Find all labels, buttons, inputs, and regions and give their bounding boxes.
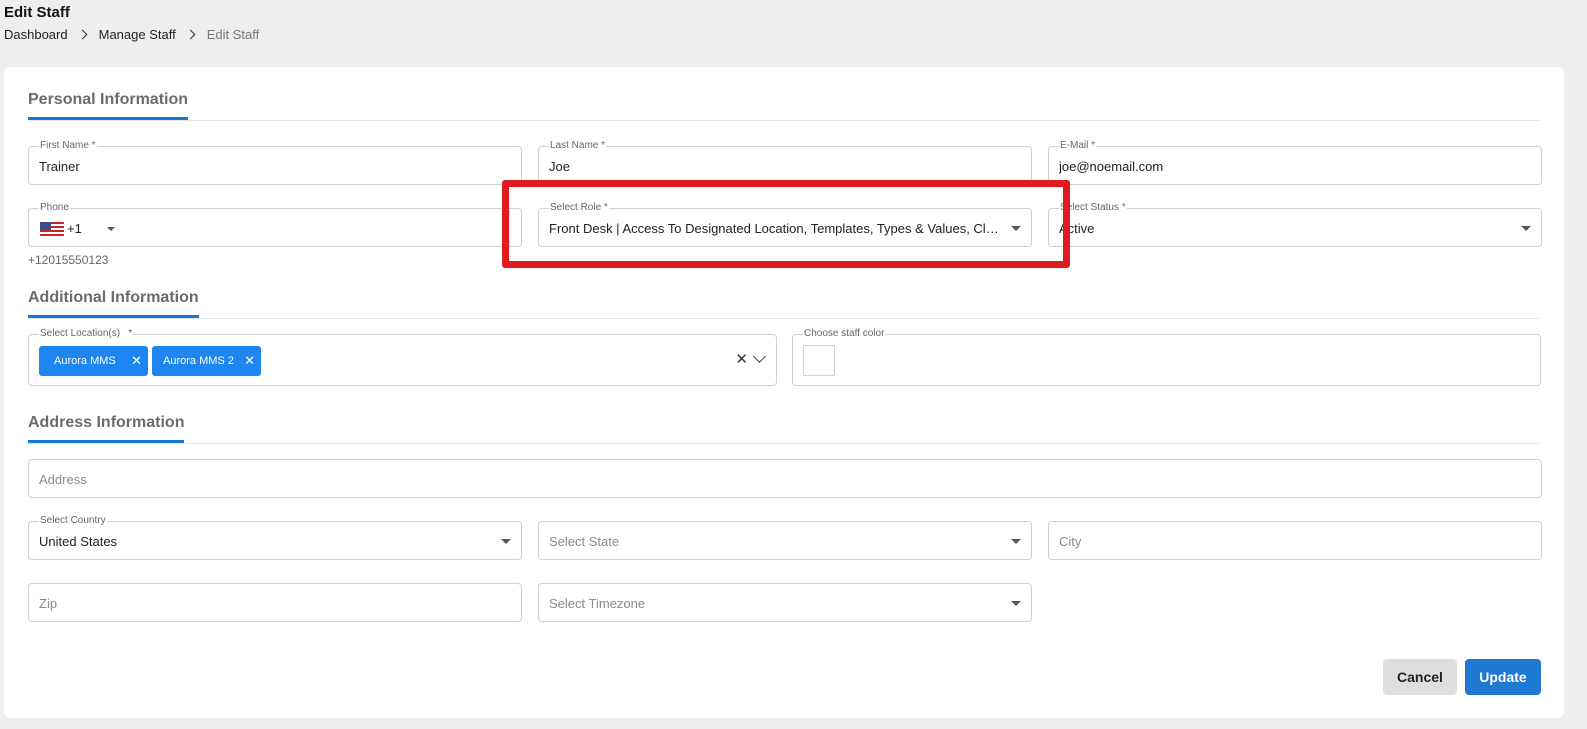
update-button[interactable]: Update	[1465, 659, 1541, 695]
timezone-select[interactable]: Select Timezone	[538, 583, 1032, 622]
personal-information-heading: Personal Information	[28, 91, 189, 120]
breadcrumb-edit-staff: Edit Staff	[206, 27, 260, 42]
status-select[interactable]: Select Status * Active	[1048, 202, 1542, 247]
chip-label: Aurora MMS	[54, 355, 116, 367]
last-name-field[interactable]: Last Name * Joe	[538, 140, 1032, 185]
state-placeholder: Select State	[549, 534, 620, 549]
phone-label: Phone	[39, 202, 70, 213]
email-label: E-Mail *	[1059, 140, 1097, 151]
caret-down-icon[interactable]	[1011, 539, 1021, 544]
first-name-field[interactable]: First Name * Trainer	[28, 140, 522, 185]
location-chip[interactable]: Aurora MMS ✕	[39, 346, 148, 376]
first-name-value: Trainer	[39, 159, 80, 174]
locations-select[interactable]: Select Location(s) * Aurora MMS ✕ Aurora…	[28, 328, 777, 386]
email-value: joe@noemail.com	[1059, 159, 1164, 174]
breadcrumb: Dashboard Manage Staff Edit Staff	[4, 27, 259, 42]
staff-color-label: Choose staff color	[803, 328, 886, 339]
timezone-placeholder: Select Timezone	[549, 596, 646, 611]
section-divider	[28, 443, 1541, 444]
location-chip[interactable]: Aurora MMS 2 ✕	[152, 346, 261, 376]
chevron-right-icon	[77, 29, 88, 40]
staff-color-field: Choose staff color	[792, 328, 1541, 386]
zip-placeholder: Zip	[39, 596, 58, 611]
cancel-button[interactable]: Cancel	[1383, 659, 1457, 695]
dial-code: +1	[67, 221, 82, 236]
address-placeholder: Address	[39, 472, 87, 487]
color-swatch[interactable]	[803, 345, 835, 376]
first-name-label: First Name *	[39, 140, 97, 151]
address-information-heading: Address Information	[28, 414, 185, 443]
status-label: Select Status *	[1059, 202, 1127, 213]
email-field[interactable]: E-Mail * joe@noemail.com	[1048, 140, 1542, 185]
city-placeholder: City	[1059, 534, 1082, 549]
caret-down-icon[interactable]	[1011, 601, 1021, 606]
caret-down-icon[interactable]	[1011, 226, 1021, 231]
breadcrumb-manage-staff[interactable]: Manage Staff	[99, 27, 176, 42]
additional-information-heading: Additional Information	[28, 289, 199, 318]
role-label: Select Role *	[549, 202, 609, 213]
chevron-down-icon[interactable]	[753, 350, 766, 363]
country-label: Select Country	[39, 515, 107, 526]
chevron-right-icon	[185, 29, 196, 40]
chip-label: Aurora MMS 2	[163, 355, 234, 367]
edit-staff-card: Personal Information First Name * Traine…	[4, 67, 1564, 718]
country-select[interactable]: Select Country United States	[28, 515, 522, 560]
role-value: Front Desk | Access To Designated Locati…	[549, 221, 1001, 236]
caret-down-icon[interactable]	[1521, 226, 1531, 231]
country-value: United States	[39, 534, 118, 549]
clear-icon[interactable]: ✕	[735, 350, 748, 368]
phone-formatted: +12015550123	[28, 253, 109, 267]
phone-field[interactable]: Phone +1	[28, 202, 522, 247]
city-input[interactable]: City	[1048, 521, 1542, 560]
role-select[interactable]: Select Role * Front Desk | Access To Des…	[538, 202, 1032, 247]
us-flag-icon[interactable]	[40, 222, 64, 236]
section-divider	[28, 318, 1541, 319]
page-title: Edit Staff	[4, 4, 70, 21]
caret-down-icon[interactable]	[501, 539, 511, 544]
state-select[interactable]: Select State	[538, 521, 1032, 560]
section-divider	[28, 120, 1541, 121]
close-icon[interactable]: ✕	[244, 353, 255, 369]
status-value: Active	[1059, 221, 1095, 236]
address-input[interactable]: Address	[28, 459, 1542, 498]
locations-label: Select Location(s) *	[39, 328, 134, 339]
caret-down-icon[interactable]	[107, 227, 115, 231]
zip-input[interactable]: Zip	[28, 583, 522, 622]
breadcrumb-dashboard[interactable]: Dashboard	[4, 27, 68, 42]
last-name-label: Last Name *	[549, 140, 607, 151]
close-icon[interactable]: ✕	[131, 353, 142, 369]
last-name-value: Joe	[549, 159, 570, 174]
